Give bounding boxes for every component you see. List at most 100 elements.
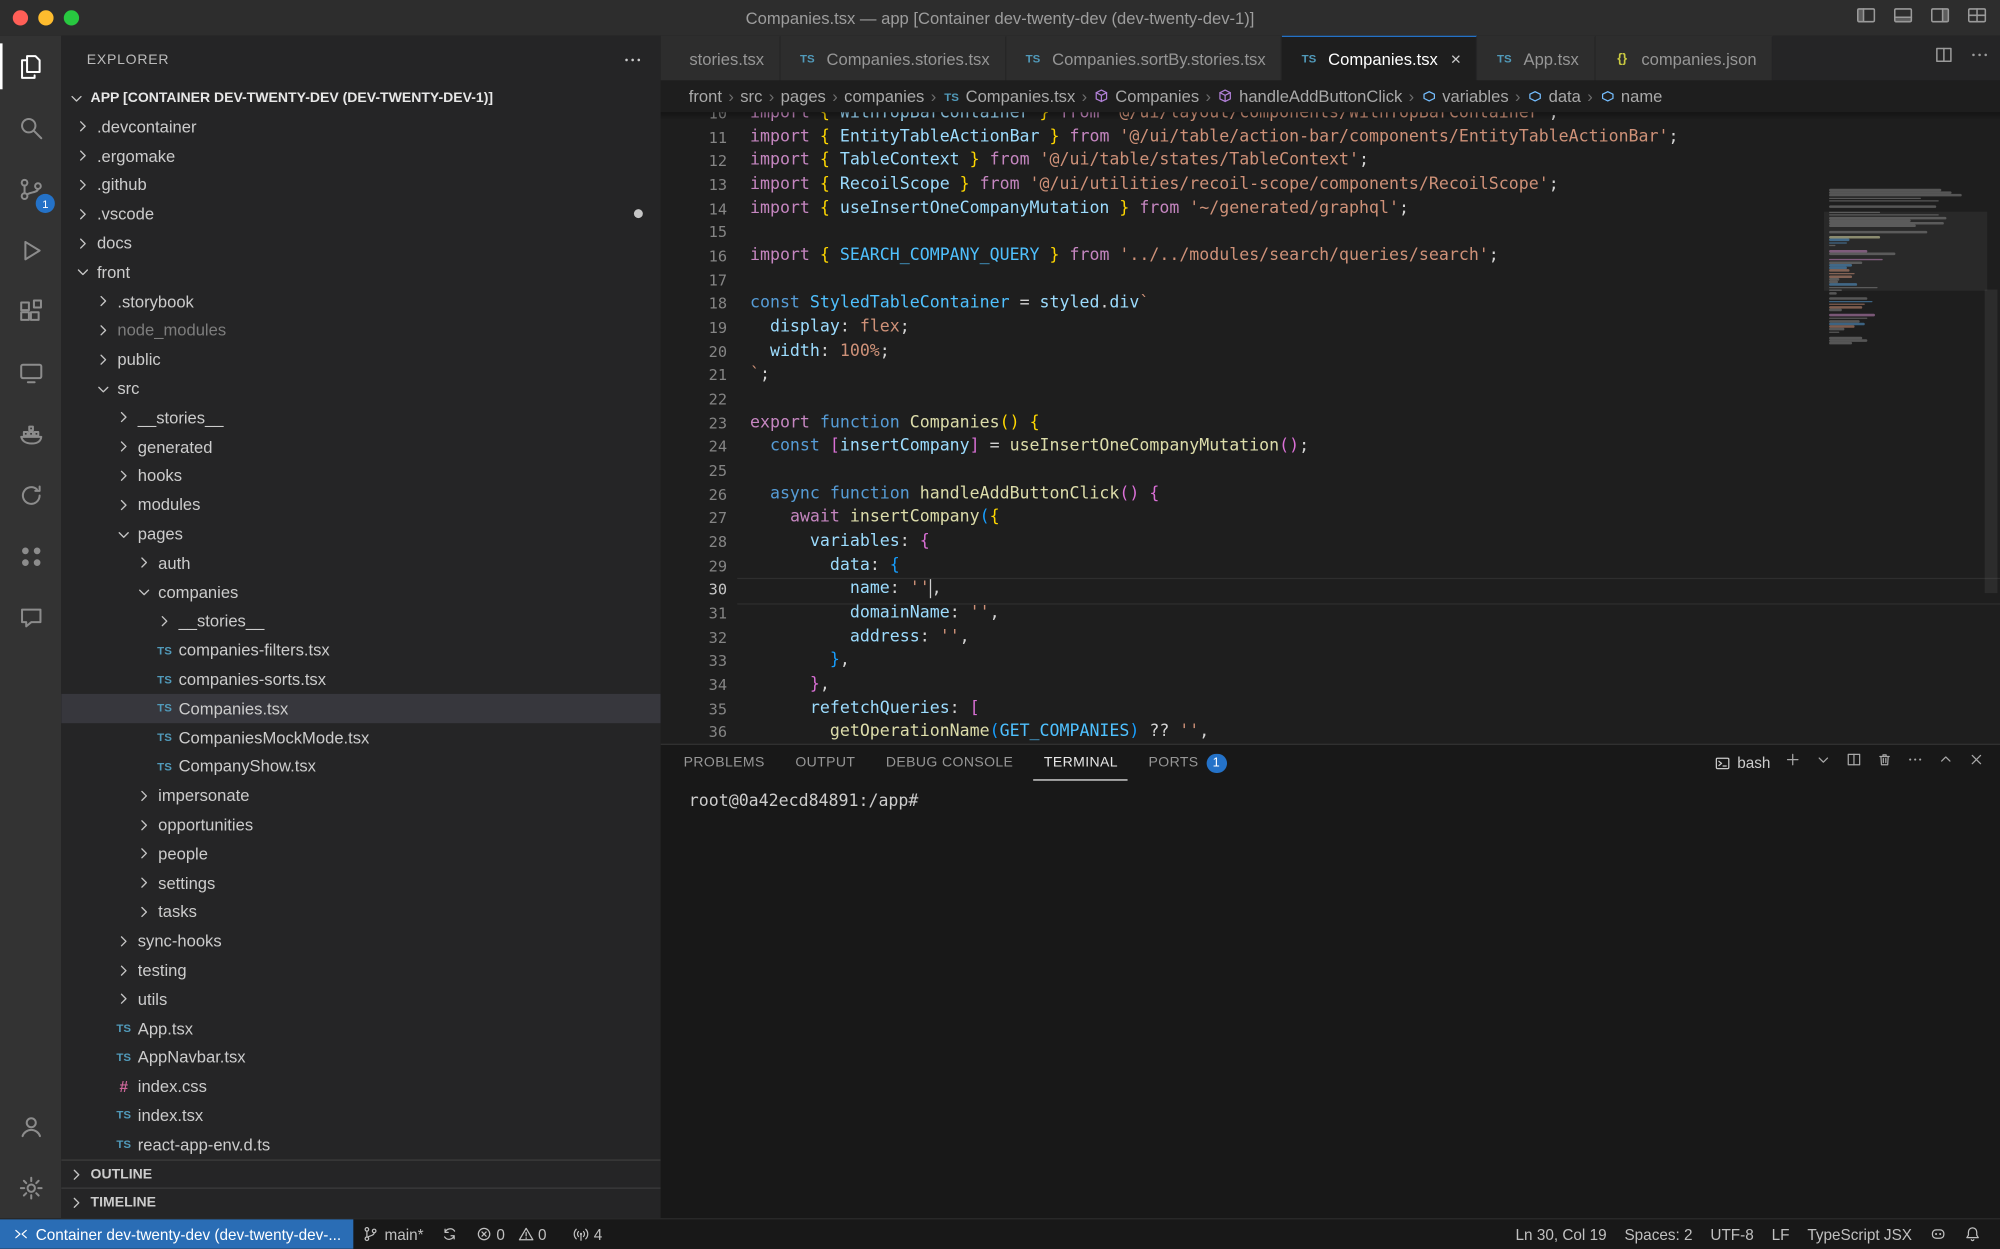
tree-folder-hooks[interactable]: hooks	[61, 461, 660, 490]
timeline-section-header[interactable]: TIMELINE	[61, 1188, 660, 1217]
tree-folder-node_modules[interactable]: node_modules	[61, 316, 660, 345]
tree-file-index.tsx[interactable]: TSindex.tsx	[61, 1101, 660, 1130]
status-indentation[interactable]: Spaces: 2	[1616, 1219, 1702, 1248]
tree-folder-docs[interactable]: docs	[61, 229, 660, 258]
tree-folder-.storybook[interactable]: .storybook	[61, 287, 660, 316]
remote-indicator[interactable]: Container dev-twenty-dev (dev-twenty-dev…	[0, 1219, 354, 1248]
activity-item-extensions[interactable]	[0, 281, 61, 342]
terminal[interactable]: root@0a42ecd84891:/app#	[661, 781, 2000, 812]
tree-folder-auth[interactable]: auth	[61, 548, 660, 577]
tree-folder-sync-hooks[interactable]: sync-hooks	[61, 926, 660, 955]
tree-folder-__stories__[interactable]: __stories__	[61, 403, 660, 432]
tab-Companies.stories.tsx[interactable]: TSCompanies.stories.tsx	[781, 36, 1007, 81]
status-problems[interactable]: 00	[467, 1219, 563, 1248]
activity-item-settings[interactable]	[0, 1157, 61, 1218]
tree-folder-src[interactable]: src	[61, 374, 660, 403]
new-terminal-button[interactable]	[1784, 751, 1801, 774]
tree-folder-front[interactable]: front	[61, 258, 660, 287]
split-terminal-button[interactable]	[1846, 751, 1863, 774]
tree-folder-opportunities[interactable]: opportunities	[61, 810, 660, 839]
terminal-shell-selector[interactable]: bash	[1714, 754, 1770, 772]
tab-Companies.sortBy.stories.tsx[interactable]: TSCompanies.sortBy.stories.tsx	[1006, 36, 1282, 81]
editor-scrollbar-thumb[interactable]	[1985, 290, 1998, 594]
breadcrumb-item-name[interactable]: name	[1599, 87, 1662, 106]
tree-folder-impersonate[interactable]: impersonate	[61, 781, 660, 810]
activity-item-search[interactable]	[0, 97, 61, 158]
status-eol[interactable]: LF	[1763, 1219, 1799, 1248]
tree-file-AppNavbar.tsx[interactable]: TSAppNavbar.tsx	[61, 1043, 660, 1072]
breadcrumb-item-Companies[interactable]: Companies	[1094, 87, 1200, 106]
tree-folder-tasks[interactable]: tasks	[61, 897, 660, 926]
status-cursor-position[interactable]: Ln 30, Col 19	[1507, 1219, 1616, 1248]
panel-tab-ports[interactable]: PORTS1	[1138, 745, 1236, 781]
tree-folder-settings[interactable]: settings	[61, 868, 660, 897]
tree-folder-.devcontainer[interactable]: .devcontainer	[61, 112, 660, 141]
panel-tab-debug-console[interactable]: DEBUG CONSOLE	[876, 745, 1024, 781]
panel-tab-terminal[interactable]: TERMINAL	[1034, 745, 1128, 781]
close-tab-icon[interactable]: ×	[1451, 48, 1461, 68]
outline-section-header[interactable]: OUTLINE	[61, 1159, 660, 1188]
activity-item-remote-explorer[interactable]	[0, 342, 61, 403]
tree-folder-testing[interactable]: testing	[61, 955, 660, 984]
tab-stories.tsx[interactable]: stories.tsx	[661, 36, 781, 81]
tree-file-CompanyShow.tsx[interactable]: TSCompanyShow.tsx	[61, 752, 660, 781]
status-notifications[interactable]	[1955, 1219, 1989, 1248]
more-actions-button[interactable]	[1969, 45, 1989, 72]
terminal-profile-dropdown-button[interactable]	[1815, 751, 1832, 774]
tree-file-companies-filters.tsx[interactable]: TScompanies-filters.tsx	[61, 636, 660, 665]
breadcrumb-item-companies[interactable]: companies	[844, 87, 924, 106]
tree-folder-pages[interactable]: pages	[61, 519, 660, 548]
breadcrumb-item-pages[interactable]: pages	[781, 87, 826, 106]
panel-tab-problems[interactable]: PROBLEMS	[673, 745, 774, 781]
more-actions-button[interactable]	[1907, 751, 1924, 774]
breadcrumb-item-handleAddButtonClick[interactable]: handleAddButtonClick	[1217, 87, 1402, 106]
tree-folder-.vscode[interactable]: .vscode	[61, 199, 660, 228]
breadcrumb-item-src[interactable]: src	[740, 87, 762, 106]
breadcrumb-item-front[interactable]: front	[689, 87, 722, 106]
tree-folder-public[interactable]: public	[61, 345, 660, 374]
activity-item-comments[interactable]	[0, 587, 61, 648]
tree-folder-modules[interactable]: modules	[61, 490, 660, 519]
minimap[interactable]	[1829, 189, 1982, 744]
customize-layout-button[interactable]	[1967, 4, 1987, 31]
tab-companies.json[interactable]: {}companies.json	[1595, 36, 1773, 81]
activity-item-refresh-view[interactable]	[0, 464, 61, 525]
close-panel-button[interactable]	[1968, 751, 1985, 774]
breadcrumb-item-variables[interactable]: variables	[1421, 87, 1509, 106]
tree-folder-companies[interactable]: companies	[61, 577, 660, 606]
workspace-section-header[interactable]: APP [CONTAINER DEV-TWENTY-DEV (DEV-TWENT…	[61, 84, 660, 112]
panel-tab-output[interactable]: OUTPUT	[785, 745, 865, 781]
activity-item-grid-view[interactable]	[0, 526, 61, 587]
activity-item-source-control[interactable]: 1	[0, 158, 61, 219]
activity-item-docker[interactable]	[0, 403, 61, 464]
breadcrumb-item-Companies.tsx[interactable]: TSCompanies.tsx	[943, 87, 1076, 106]
maximize-panel-button[interactable]	[1937, 751, 1954, 774]
tree-file-CompaniesMockMode.tsx[interactable]: TSCompaniesMockMode.tsx	[61, 723, 660, 752]
toggle-panel-button[interactable]	[1893, 4, 1913, 31]
tab-Companies.tsx[interactable]: TSCompanies.tsx×	[1282, 36, 1477, 81]
code-editor[interactable]: 10import { WithTopBarContainer } from '@…	[661, 112, 2000, 743]
activity-item-explorer[interactable]	[0, 36, 61, 97]
tree-file-App.tsx[interactable]: TSApp.tsx	[61, 1014, 660, 1043]
close-window-button[interactable]	[13, 10, 28, 25]
status-git-branch[interactable]: main*	[354, 1219, 433, 1248]
tree-folder-.ergomake[interactable]: .ergomake	[61, 141, 660, 170]
status-copilot[interactable]	[1921, 1219, 1955, 1248]
tab-App.tsx[interactable]: TSApp.tsx	[1478, 36, 1596, 81]
status-encoding[interactable]: UTF-8	[1701, 1219, 1762, 1248]
status-language-mode[interactable]: TypeScript JSX	[1798, 1219, 1920, 1248]
status-forwarded-ports[interactable]: 4	[563, 1219, 611, 1248]
zoom-window-button[interactable]	[64, 10, 79, 25]
tree-file-Companies.tsx[interactable]: TSCompanies.tsx	[61, 694, 660, 723]
tree-folder-utils[interactable]: utils	[61, 985, 660, 1014]
tree-folder-.github[interactable]: .github	[61, 170, 660, 199]
toggle-secondary-sidebar-button[interactable]	[1930, 4, 1950, 31]
minimize-window-button[interactable]	[38, 10, 53, 25]
status-sync-changes[interactable]	[433, 1219, 467, 1248]
tree-folder-__stories__[interactable]: __stories__	[61, 607, 660, 636]
toggle-primary-sidebar-button[interactable]	[1856, 4, 1876, 31]
kill-terminal-button[interactable]	[1876, 751, 1893, 774]
split-editor-button[interactable]	[1934, 45, 1954, 72]
tree-file-react-app-env.d.ts[interactable]: TSreact-app-env.d.ts	[61, 1130, 660, 1159]
tree-file-index.css[interactable]: #index.css	[61, 1072, 660, 1101]
